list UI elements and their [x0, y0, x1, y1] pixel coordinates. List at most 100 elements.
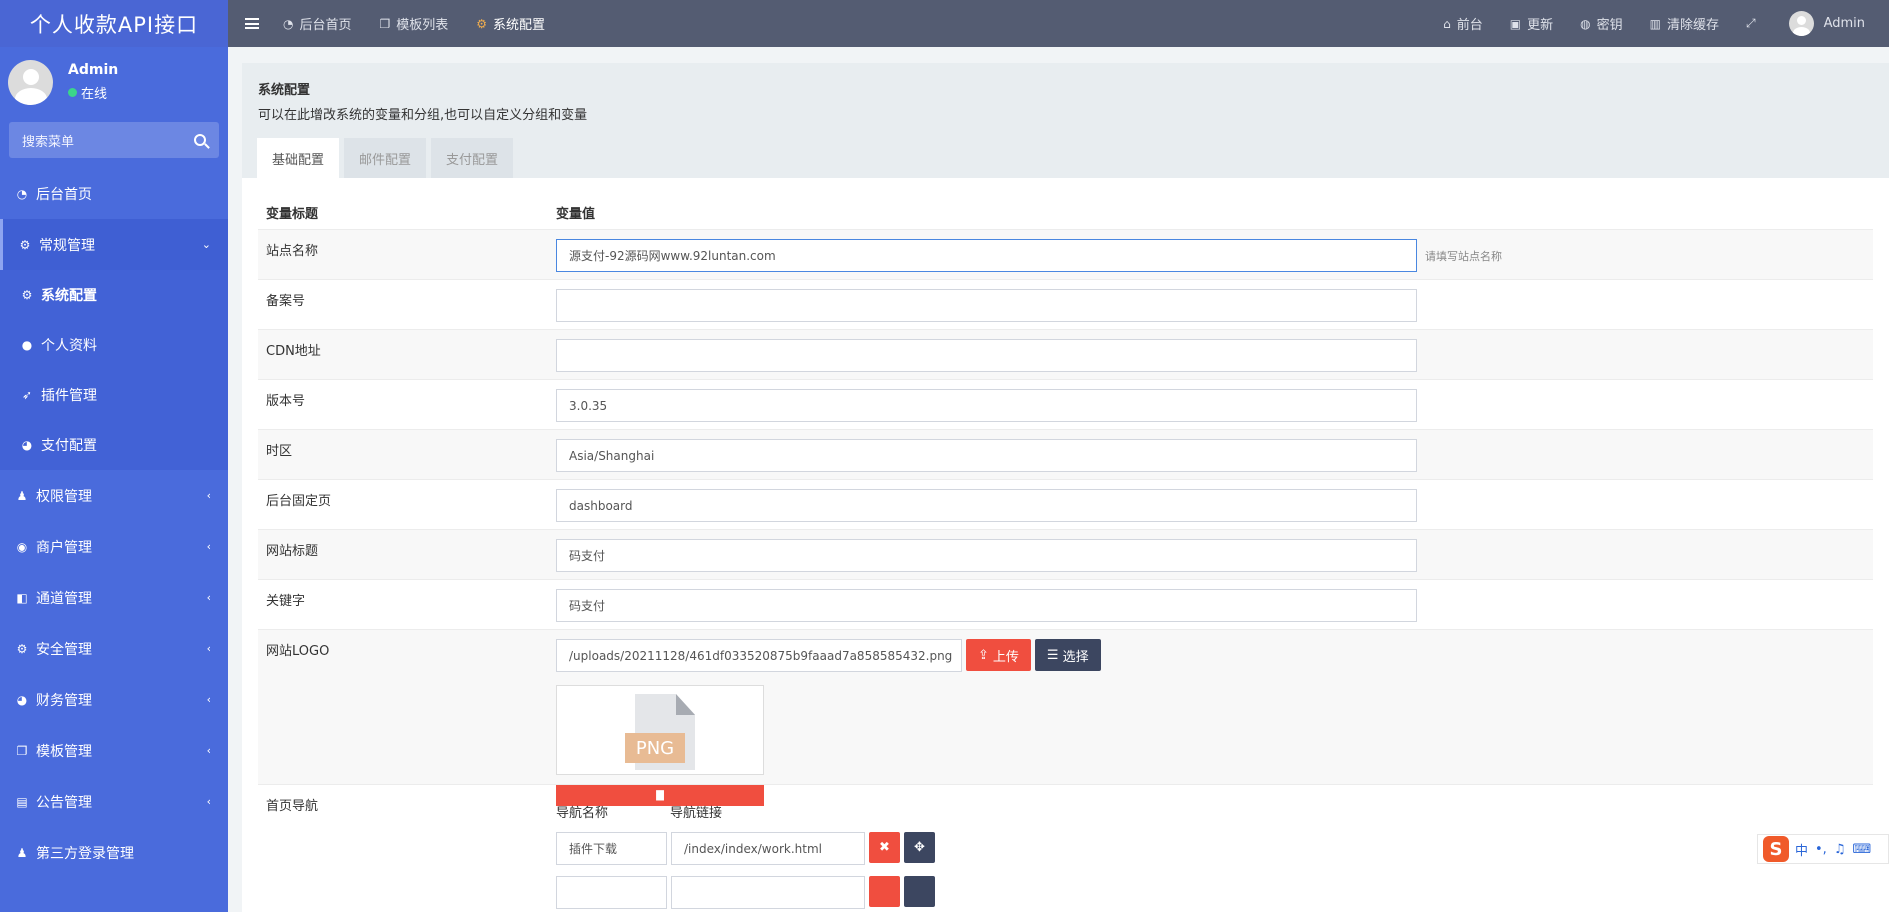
- dashboard-icon: ◔: [16, 186, 28, 201]
- table-row: 关键字 码支付: [258, 579, 1873, 629]
- ime-toolbar[interactable]: S 中 •, ♫ ⌨: [1757, 834, 1889, 864]
- cogs-icon: ⚙: [19, 237, 31, 252]
- logo-preview[interactable]: PNG: [556, 685, 764, 775]
- sidebar-item-general[interactable]: ⚙ 常规管理 ⌄: [0, 219, 228, 270]
- update-link[interactable]: ▣ 更新: [1509, 14, 1553, 34]
- sidebar-item-payment-config[interactable]: ◕ 支付配置: [0, 420, 228, 470]
- user-name: Admin: [68, 62, 119, 78]
- search-input[interactable]: 搜索菜单: [9, 122, 219, 158]
- table-row: 站点名称 源支付-92源码网www.92luntan.com 请填写站点名称: [258, 229, 1873, 279]
- sogou-logo-icon: S: [1763, 836, 1789, 862]
- sidebar-item-permissions[interactable]: ♟ 权限管理 ‹: [0, 470, 228, 521]
- sidebar-item-third-party-login[interactable]: ♟ 第三方登录管理: [0, 827, 228, 878]
- table-row: 版本号 3.0.35: [258, 379, 1873, 429]
- timezone-input[interactable]: Asia/Shanghai: [556, 439, 1417, 472]
- clear-cache-link[interactable]: ▥ 清除缓存: [1650, 14, 1719, 34]
- window-icon: ❐: [16, 743, 28, 758]
- version-input[interactable]: 3.0.35: [556, 389, 1417, 422]
- sidebar-item-dashboard[interactable]: ◔ 后台首页: [0, 168, 228, 219]
- table-row: 后台固定页 dashboard: [258, 479, 1873, 529]
- chevron-left-icon: ‹: [206, 693, 211, 706]
- chevron-down-icon: ⌄: [201, 238, 211, 251]
- png-file-icon: PNG: [625, 690, 695, 770]
- drag-nav-button[interactable]: [904, 876, 935, 907]
- update-icon: ▣: [1509, 16, 1522, 31]
- microphone-icon[interactable]: ♫: [1834, 842, 1846, 857]
- sidebar-item-finance[interactable]: ◕ 财务管理 ‹: [0, 674, 228, 725]
- user-menu[interactable]: Admin: [1788, 11, 1865, 36]
- nav-editor: 导航名称 导航链接 插件下载 /index/index/work.html ✖ …: [556, 794, 935, 909]
- remove-nav-button[interactable]: ✖: [869, 832, 900, 863]
- sidebar-item-plugins[interactable]: ➶ 插件管理: [0, 370, 228, 420]
- cdn-input[interactable]: [556, 339, 1417, 372]
- nav-row: [556, 876, 935, 909]
- table-row: CDN地址: [258, 329, 1873, 379]
- tab-email[interactable]: 邮件配置: [344, 138, 427, 178]
- chevron-left-icon: ‹: [206, 642, 211, 655]
- avatar: [8, 59, 53, 105]
- chevron-left-icon: ‹: [206, 744, 211, 757]
- fullscreen-icon: ⤢: [1745, 16, 1756, 30]
- window-icon: ❐: [379, 16, 391, 31]
- top-nav-system-config[interactable]: ⚙ 系统配置: [476, 14, 545, 34]
- table-row: 时区 Asia/Shanghai: [258, 429, 1873, 479]
- chevron-left-icon: ‹: [206, 540, 211, 553]
- top-right-actions: ⌂ 前台 ▣ 更新 ◍ 密钥 ▥ 清除缓存 ⤢ Admin: [1416, 0, 1865, 47]
- pie-icon: ◕: [21, 438, 33, 452]
- page-description: 可以在此增改系统的变量和分组,也可以自定义分组和变量: [258, 108, 588, 123]
- sidebar-item-system-config[interactable]: ⚙ 系统配置: [0, 270, 228, 320]
- config-tabs: 基础配置 邮件配置 支付配置: [257, 138, 518, 178]
- brand-title[interactable]: 个人收款API接口: [0, 0, 228, 47]
- config-table: 变量标题 变量值 站点名称 源支付-92源码网www.92luntan.com …: [258, 195, 1873, 909]
- table-row: 首页导航 导航名称 导航链接 插件下载 /index/index/work.ht…: [258, 784, 1873, 909]
- group-icon: ♟: [16, 488, 28, 503]
- chevron-left-icon: ‹: [206, 489, 211, 502]
- table-header: 变量标题 变量值: [266, 206, 596, 222]
- nav-name-input[interactable]: [556, 876, 667, 909]
- icp-input[interactable]: [556, 289, 1417, 322]
- sidebar-item-notices[interactable]: ▤ 公告管理 ‹: [0, 776, 228, 827]
- nav-name-input[interactable]: 插件下载: [556, 832, 667, 865]
- move-icon: ✥: [914, 840, 925, 855]
- menu-toggle-icon[interactable]: [245, 18, 259, 29]
- nav-link-input[interactable]: /index/index/work.html: [671, 832, 865, 865]
- nav-row: 插件下载 /index/index/work.html ✖ ✥: [556, 832, 935, 865]
- remove-nav-button[interactable]: [869, 876, 900, 907]
- close-icon: ✖: [879, 840, 890, 855]
- panel-header: 系统配置 可以在此增改系统的变量和分组,也可以自定义分组和变量 基础配置 邮件配…: [242, 63, 1889, 178]
- logo-path-input[interactable]: /uploads/20211128/461df033520875b9faaad7…: [556, 639, 962, 672]
- frontend-link[interactable]: ⌂ 前台: [1443, 14, 1483, 34]
- top-nav-templates[interactable]: ❐ 模板列表: [379, 14, 449, 34]
- fullscreen-button[interactable]: ⤢: [1746, 16, 1762, 31]
- search-icon[interactable]: [194, 134, 206, 146]
- key-link[interactable]: ◍ 密钥: [1580, 14, 1623, 34]
- list-icon: ☰: [1046, 647, 1059, 663]
- tab-basic[interactable]: 基础配置: [257, 138, 340, 178]
- group-icon: ♟: [16, 845, 28, 860]
- sidebar-item-channels[interactable]: ◧ 通道管理 ‹: [0, 572, 228, 623]
- tab-payment[interactable]: 支付配置: [431, 138, 514, 178]
- sidebar-item-templates[interactable]: ❐ 模板管理 ‹: [0, 725, 228, 776]
- sidebar-item-profile[interactable]: ● 个人资料: [0, 320, 228, 370]
- upload-icon: ⇪: [978, 647, 989, 663]
- nav-link-input[interactable]: [671, 876, 865, 909]
- drag-nav-button[interactable]: ✥: [904, 832, 935, 863]
- keywords-input[interactable]: 码支付: [556, 589, 1417, 622]
- channel-icon: ◧: [16, 590, 28, 605]
- site-name-input[interactable]: 源支付-92源码网www.92luntan.com: [556, 239, 1417, 272]
- keyboard-icon[interactable]: ⌨: [1852, 842, 1871, 857]
- sidebar-item-security[interactable]: ⚙ 安全管理 ‹: [0, 623, 228, 674]
- upload-button[interactable]: ⇪ 上传: [966, 639, 1031, 671]
- fixed-page-input[interactable]: dashboard: [556, 489, 1417, 522]
- key-icon: ◍: [1580, 16, 1591, 31]
- site-title-input[interactable]: 码支付: [556, 539, 1417, 572]
- rocket-icon: ➶: [21, 388, 33, 402]
- site-name-hint: 请填写站点名称: [1425, 250, 1502, 263]
- table-row: 网站LOGO /uploads/20211128/461df033520875b…: [258, 629, 1873, 806]
- table-row: 网站标题 码支付: [258, 529, 1873, 579]
- top-nav-dashboard[interactable]: ◔ 后台首页: [283, 14, 352, 34]
- sidebar-item-merchants[interactable]: ◉ 商户管理 ‹: [0, 521, 228, 572]
- dashboard-icon: ◔: [283, 16, 294, 31]
- choose-button[interactable]: ☰ 选择: [1034, 639, 1101, 671]
- topbar: ◔ 后台首页 ❐ 模板列表 ⚙ 系统配置 ⌂ 前台 ▣ 更新 ◍ 密钥 ▥ 清除…: [228, 0, 1889, 47]
